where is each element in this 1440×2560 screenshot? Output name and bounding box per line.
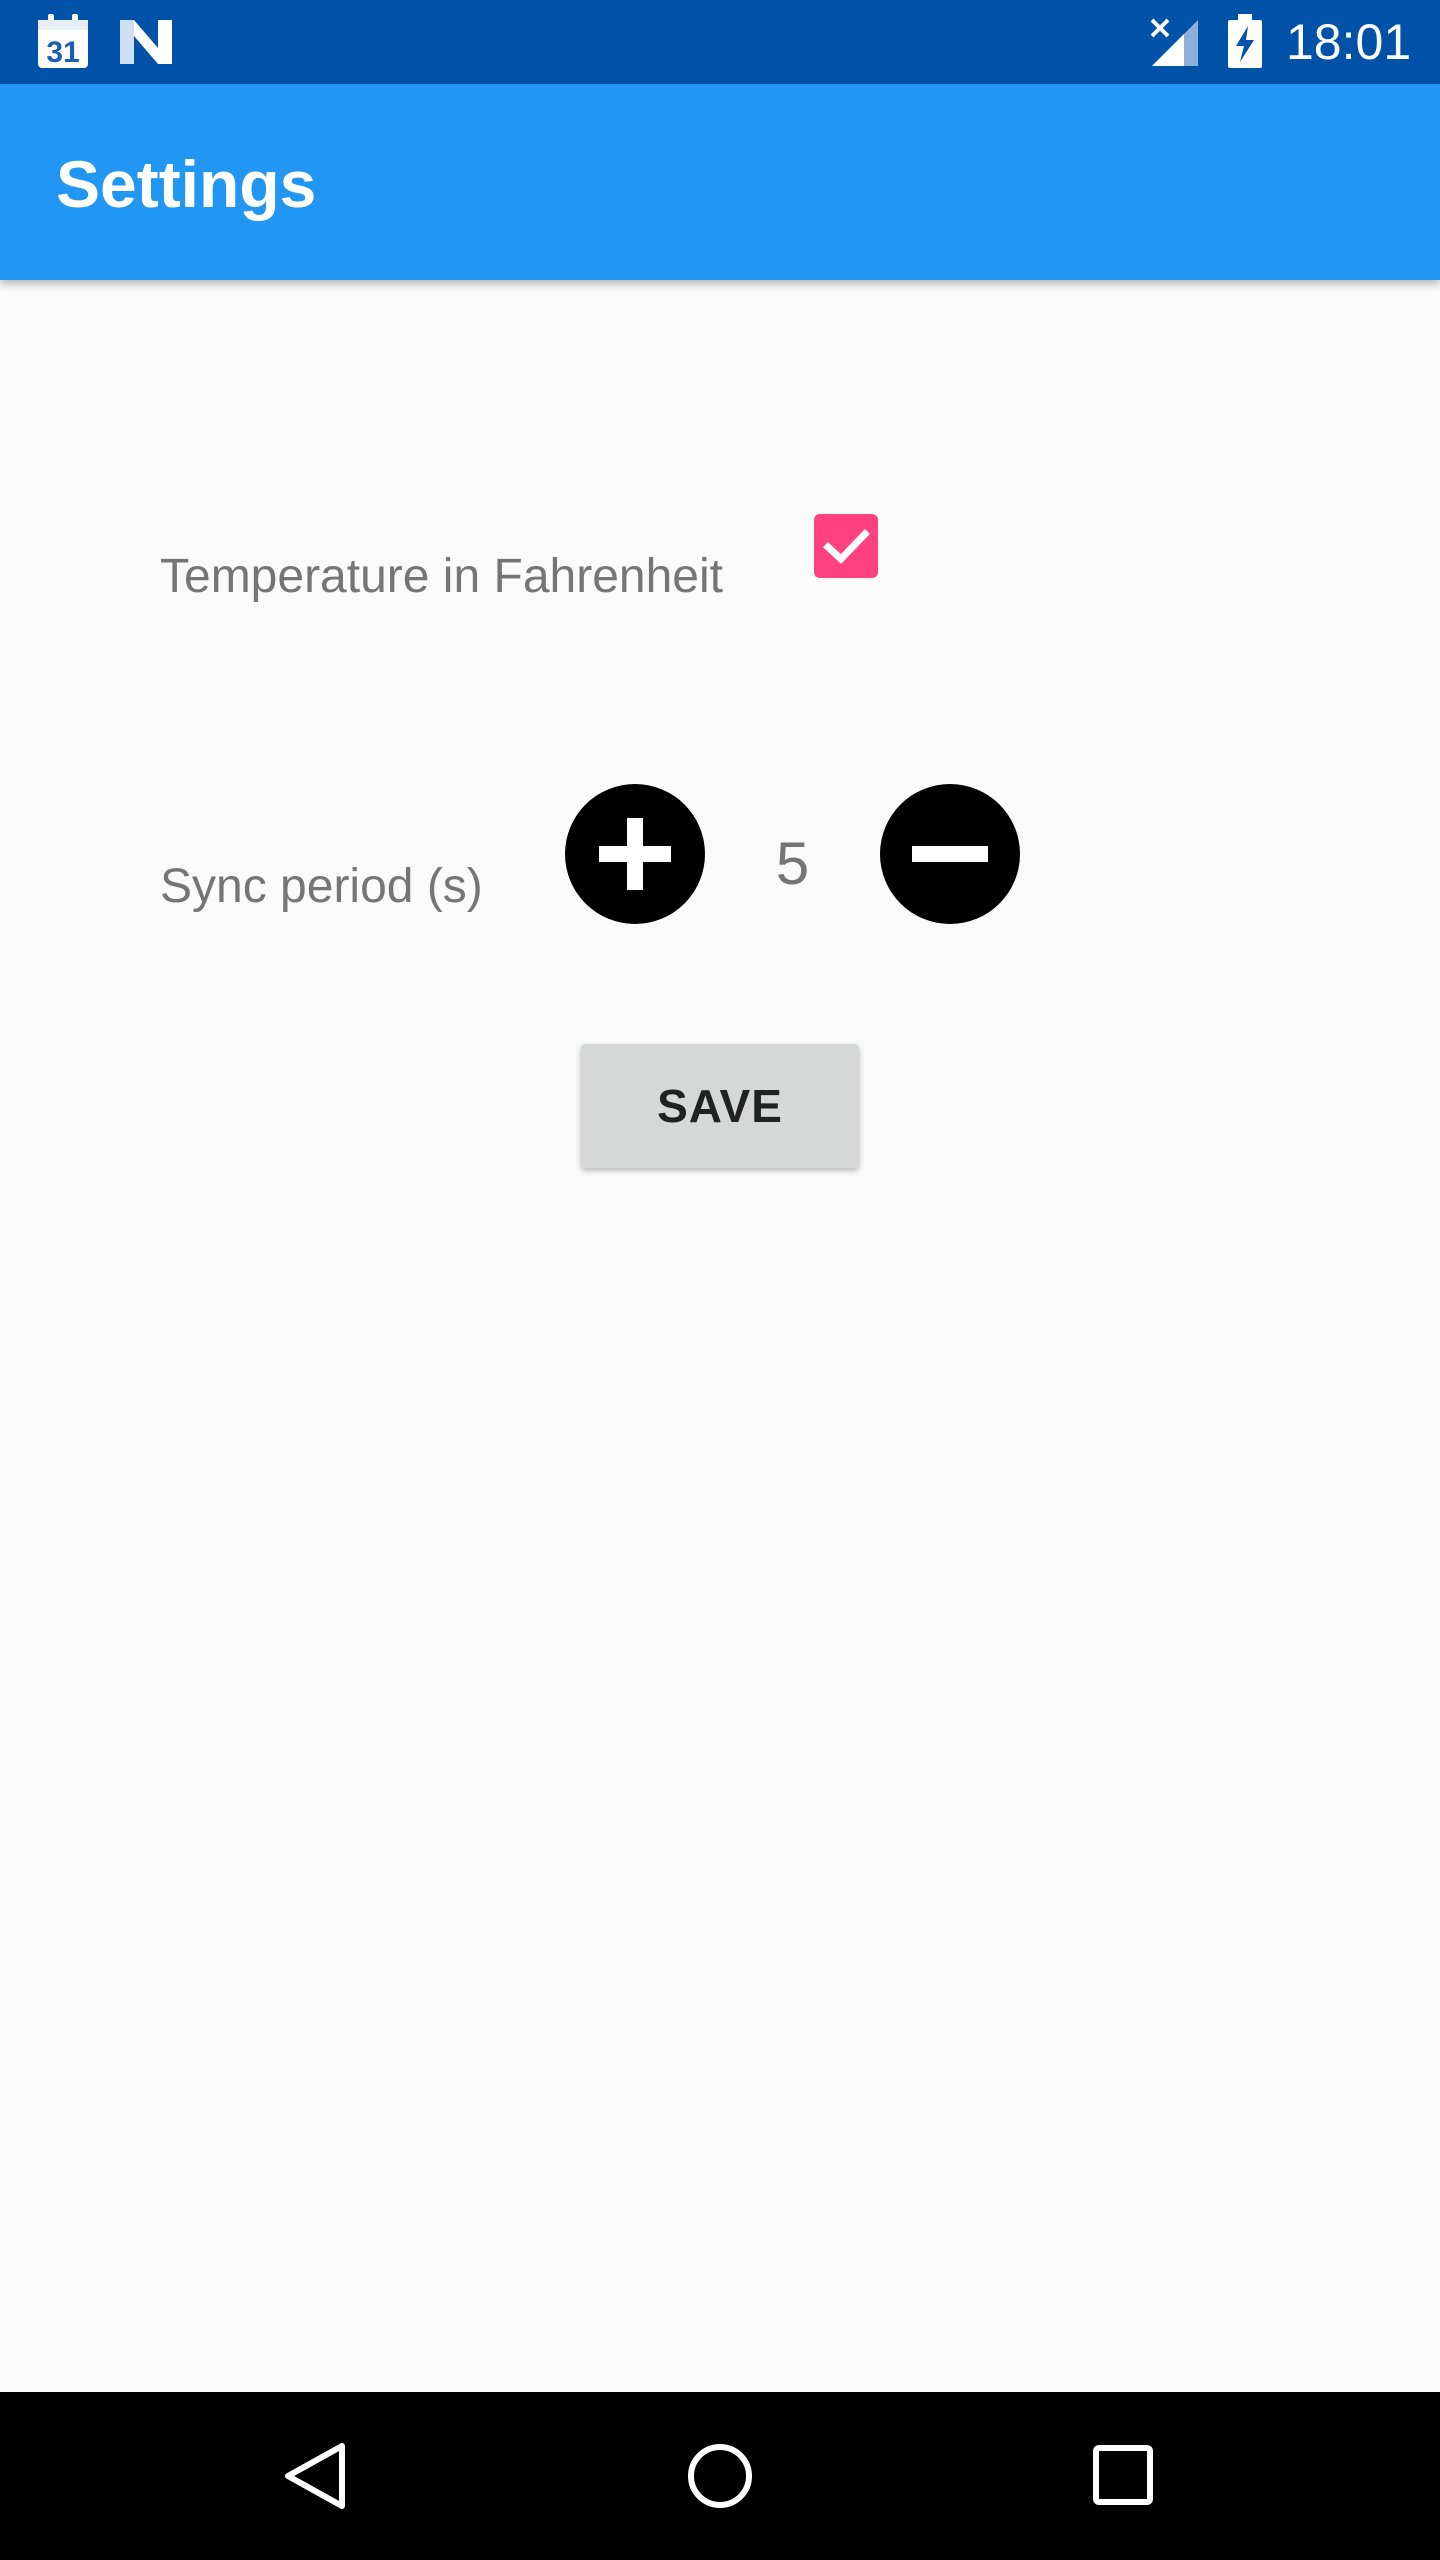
svg-text:31: 31 xyxy=(46,36,79,69)
status-bar: 31 18:01 xyxy=(0,0,1440,84)
page-title: Settings xyxy=(56,147,317,221)
fahrenheit-checkbox[interactable] xyxy=(814,514,878,578)
sync-period-label: Sync period (s) xyxy=(160,860,483,913)
minus-icon xyxy=(912,846,988,862)
increment-button[interactable] xyxy=(565,784,705,924)
sync-period-value: 5 xyxy=(775,830,810,897)
signal-no-data-icon xyxy=(1150,18,1198,66)
calendar-icon: 31 xyxy=(38,14,88,69)
battery-charging-icon xyxy=(1228,14,1262,68)
recents-icon[interactable] xyxy=(1082,2434,1166,2518)
fahrenheit-label: Temperature in Fahrenheit xyxy=(160,550,723,603)
decrement-button[interactable] xyxy=(880,784,1020,924)
plus-icon xyxy=(599,818,671,890)
n-logo-icon xyxy=(120,20,172,64)
home-icon[interactable] xyxy=(678,2434,762,2518)
back-icon[interactable] xyxy=(274,2434,358,2518)
status-clock: 18:01 xyxy=(1286,14,1412,70)
check-icon xyxy=(823,529,870,564)
app-bar: Settings xyxy=(0,84,1440,280)
navigation-bar xyxy=(0,2392,1440,2560)
save-button[interactable]: SAVE xyxy=(581,1044,859,1168)
settings-content: Temperature in Fahrenheit Sync period (s… xyxy=(0,280,1440,2392)
